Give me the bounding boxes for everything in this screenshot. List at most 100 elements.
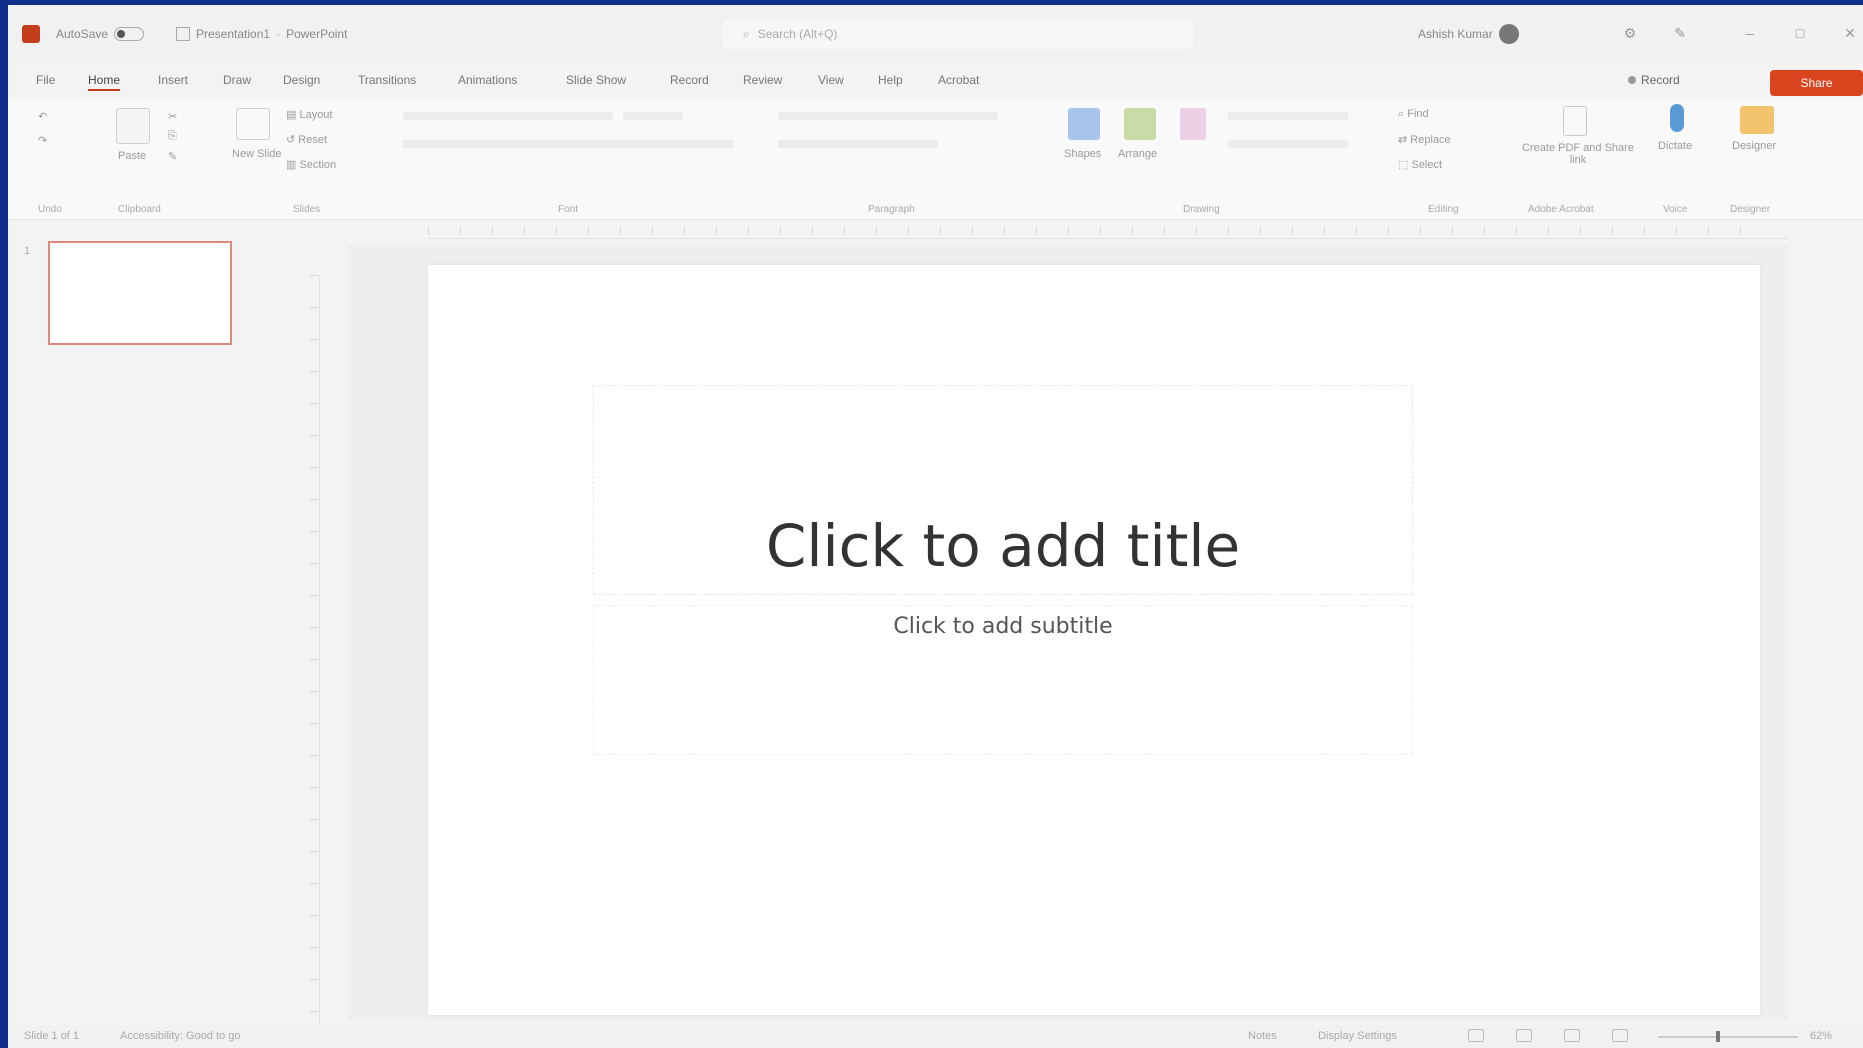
- title-placeholder[interactable]: Click to add title: [593, 385, 1413, 595]
- tab-home[interactable]: Home: [88, 73, 121, 91]
- font-formatting-buttons[interactable]: [403, 140, 733, 148]
- reset-label: Reset: [298, 134, 328, 146]
- ruler-tick: [310, 723, 318, 724]
- ruler-tick: [1100, 227, 1101, 235]
- font-name-select[interactable]: [403, 112, 613, 120]
- ruler-tick: [310, 371, 318, 372]
- ruler-tick: [310, 1011, 318, 1012]
- slideshow-view-icon[interactable]: [1612, 1029, 1628, 1042]
- ruler-tick: [844, 227, 845, 235]
- ruler-tick: [310, 755, 318, 756]
- paragraph-list-buttons[interactable]: [778, 112, 998, 120]
- toggle-switch-icon: [114, 27, 145, 41]
- tab-draw[interactable]: Draw: [223, 73, 251, 87]
- autosave-toggle[interactable]: AutoSave: [56, 23, 145, 45]
- select-button[interactable]: ⬚ Select: [1398, 158, 1442, 171]
- layout-button[interactable]: ▤ Layout: [286, 108, 332, 121]
- ruler-tick: [1740, 227, 1741, 235]
- ruler-tick: [460, 227, 461, 235]
- group-label-paragraph: Paragraph: [868, 204, 915, 215]
- tab-file[interactable]: File: [36, 73, 55, 87]
- search-placeholder: Search (Alt+Q): [757, 27, 838, 41]
- slide-sorter-icon[interactable]: [1516, 1029, 1532, 1042]
- tab-animations[interactable]: Animations: [458, 73, 517, 87]
- minimize-button[interactable]: –: [1738, 21, 1762, 45]
- record-button[interactable]: Record: [1628, 73, 1680, 87]
- replace-label: Replace: [1410, 134, 1451, 146]
- slide-canvas[interactable]: Click to add title Click to add subtitle: [428, 265, 1760, 1015]
- cut-icon[interactable]: ✂: [168, 110, 177, 123]
- shapes-icon[interactable]: [1068, 108, 1100, 140]
- subtitle-placeholder[interactable]: Click to add subtitle: [593, 605, 1413, 755]
- group-label-designer: Designer: [1730, 204, 1771, 215]
- normal-view-icon[interactable]: [1468, 1029, 1484, 1042]
- maximize-button[interactable]: □: [1788, 21, 1812, 45]
- shape-fill-button[interactable]: [1228, 112, 1348, 120]
- zoom-slider[interactable]: [1658, 1036, 1798, 1038]
- tab-insert[interactable]: Insert: [158, 73, 188, 87]
- slide-count: Slide 1 of 1: [24, 1030, 80, 1042]
- pen-icon[interactable]: ✎: [1668, 21, 1692, 45]
- ruler-tick: [310, 531, 318, 532]
- tab-review[interactable]: Review: [743, 73, 782, 87]
- undo-icon[interactable]: ↶: [38, 110, 47, 123]
- ruler-tick: [428, 227, 429, 235]
- file-name[interactable]: Presentation1 - PowerPoint: [176, 23, 347, 45]
- tab-transitions[interactable]: Transitions: [358, 73, 416, 87]
- display-settings-button[interactable]: Display Settings: [1318, 1030, 1397, 1042]
- slide-thumbnail[interactable]: [48, 241, 232, 345]
- ribbon-tabs: File Home Insert Draw Design Transitions…: [8, 69, 1863, 97]
- share-button[interactable]: Share: [1770, 70, 1863, 96]
- settings-icon[interactable]: ⚙: [1618, 21, 1642, 45]
- ruler-tick: [310, 915, 318, 916]
- redo-icon[interactable]: ↷: [38, 134, 47, 147]
- acrobat-pdf-icon[interactable]: [1563, 106, 1587, 136]
- slide-number: 1: [24, 245, 31, 257]
- user-account[interactable]: Ashish Kumar: [1418, 23, 1519, 45]
- zoom-level[interactable]: 62%: [1810, 1030, 1832, 1042]
- new-slide-icon[interactable]: [236, 108, 270, 140]
- replace-button[interactable]: ⇄ Replace: [1398, 133, 1451, 146]
- ruler-tick: [684, 227, 685, 235]
- paste-label: Paste: [118, 150, 147, 162]
- app-name-text: PowerPoint: [286, 27, 348, 41]
- tab-view[interactable]: View: [818, 73, 844, 87]
- search-icon: ⌕: [743, 26, 750, 41]
- copy-icon[interactable]: ⎘: [168, 130, 177, 143]
- paragraph-align-buttons[interactable]: [778, 140, 938, 148]
- microphone-icon[interactable]: [1670, 104, 1684, 132]
- user-name: Ashish Kumar: [1418, 27, 1493, 41]
- tab-help[interactable]: Help: [878, 73, 903, 87]
- ruler-tick: [1580, 227, 1581, 235]
- ruler-tick: [310, 435, 318, 436]
- ruler-tick: [310, 595, 318, 596]
- ruler-tick: [1644, 227, 1645, 235]
- ruler-tick: [1196, 227, 1197, 235]
- arrange-icon[interactable]: [1124, 108, 1156, 140]
- zoom-slider-handle[interactable]: [1716, 1031, 1720, 1042]
- font-size-select[interactable]: [623, 112, 683, 120]
- paste-icon[interactable]: [116, 108, 150, 144]
- ruler-tick: [492, 227, 493, 235]
- quick-styles-icon[interactable]: [1180, 108, 1206, 140]
- section-button[interactable]: ▥ Section: [286, 158, 336, 171]
- shape-outline-button[interactable]: [1228, 140, 1348, 148]
- search-input[interactable]: ⌕ Search (Alt+Q): [723, 19, 1193, 49]
- tab-design[interactable]: Design: [283, 73, 320, 87]
- designer-icon[interactable]: [1740, 106, 1774, 134]
- reading-view-icon[interactable]: [1564, 1029, 1580, 1042]
- tab-acrobat[interactable]: Acrobat: [938, 73, 979, 87]
- ruler-tick: [588, 227, 589, 235]
- group-label-editing: Editing: [1428, 204, 1459, 215]
- find-button[interactable]: ⌕ Find: [1398, 108, 1429, 121]
- accessibility-status[interactable]: Accessibility: Good to go: [120, 1030, 240, 1042]
- format-painter-icon[interactable]: ✎: [168, 150, 177, 163]
- notes-button[interactable]: Notes: [1248, 1030, 1277, 1042]
- ruler-tick: [908, 227, 909, 235]
- slide-thumbnail-pane: 1: [8, 225, 268, 1025]
- close-button[interactable]: ✕: [1838, 21, 1862, 45]
- reset-button[interactable]: ↺ Reset: [286, 133, 327, 146]
- ruler-tick: [310, 979, 318, 980]
- tab-slide-show[interactable]: Slide Show: [566, 73, 626, 87]
- tab-record[interactable]: Record: [670, 73, 709, 87]
